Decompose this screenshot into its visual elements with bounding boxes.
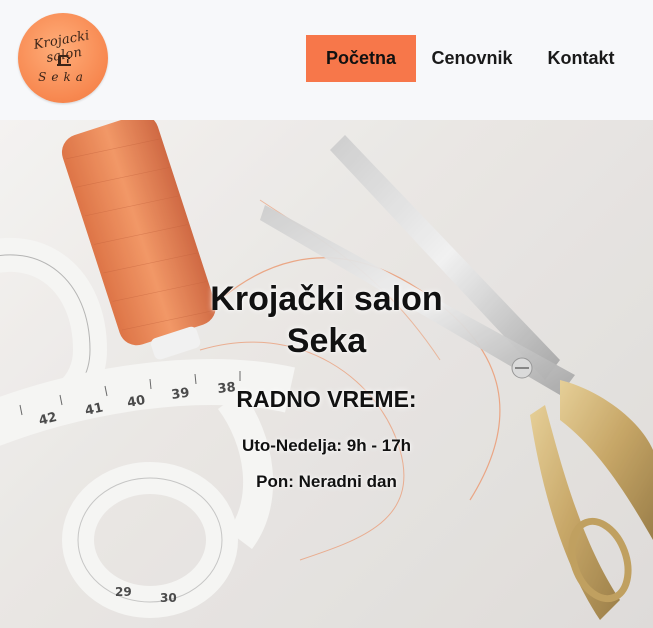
hero-title-line2: Seka [286, 322, 367, 360]
site-header: Krojacki salon Seka Početna Cenovnik Kon… [0, 0, 653, 120]
hero-section: 42 41 40 39 38 29 30 Krojački salon Seka… [0, 120, 653, 628]
working-hours-heading: RADNO VREME: [236, 386, 417, 412]
hero-overlay [0, 120, 653, 628]
logo[interactable]: Krojacki salon Seka [18, 13, 108, 103]
sewing-machine-icon [57, 54, 71, 66]
logo-text-bottom: Seka [38, 70, 88, 84]
page: Krojacki salon Seka Početna Cenovnik Kon… [0, 0, 653, 628]
working-hours-line-2: Pon: Neradni dan [256, 472, 397, 491]
hero-title: Krojački salon Seka [0, 278, 653, 362]
working-hours-line-1: Uto-Nedelja: 9h - 17h [241, 436, 412, 455]
hero-title-line1: Krojački salon [210, 280, 443, 318]
nav-item-kontakt[interactable]: Kontakt [528, 35, 634, 82]
nav-item-pocetna[interactable]: Početna [306, 35, 416, 82]
nav-item-cenovnik[interactable]: Cenovnik [416, 35, 528, 82]
